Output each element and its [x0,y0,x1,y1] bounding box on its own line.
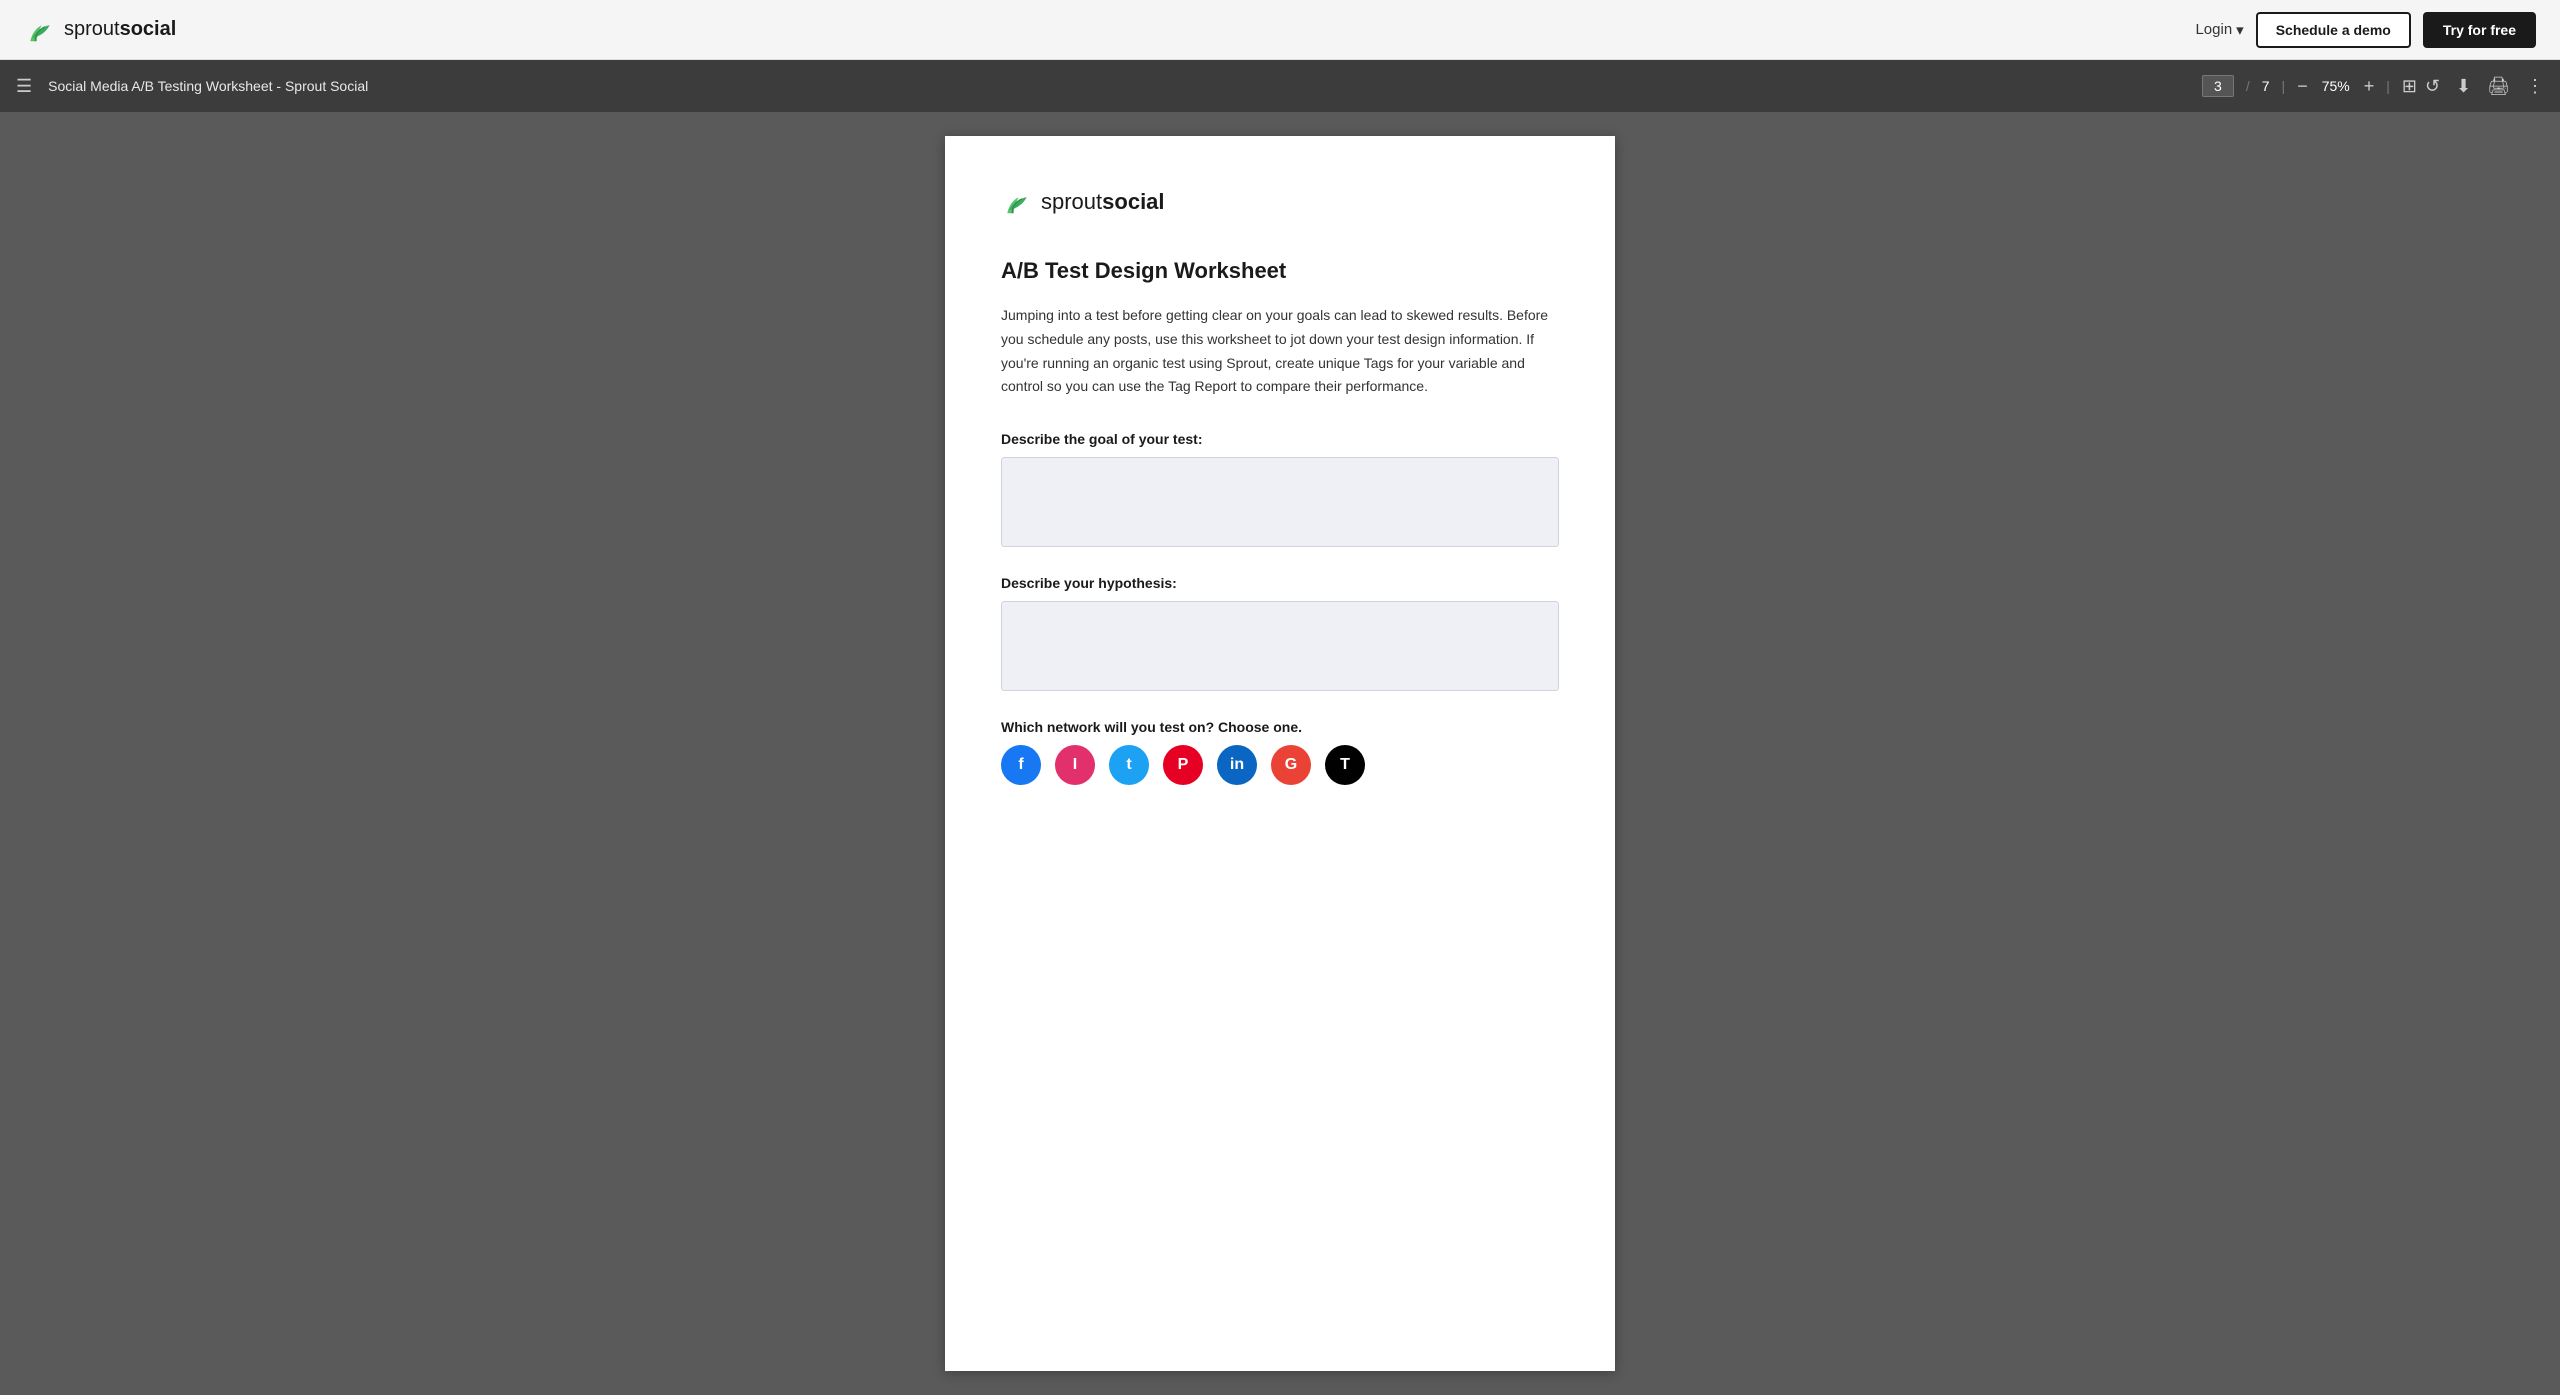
network-pinterest[interactable]: P [1163,745,1203,785]
hypothesis-label: Describe your hypothesis: [1001,575,1559,591]
pdf-page-input[interactable] [2202,75,2234,97]
network-linkedin[interactable]: in [1217,745,1257,785]
toolbar-divider-1: | [2282,78,2286,94]
network-google[interactable]: G [1271,745,1311,785]
login-button[interactable]: Login ▾ [2195,21,2243,39]
hypothesis-input-field[interactable] [1001,601,1559,691]
nav-logo-text: sproutsocial [64,18,176,41]
pdf-logo-text: sproutsocial [1041,189,1165,215]
schedule-demo-button[interactable]: Schedule a demo [2256,12,2411,48]
toolbar-divider-2: | [2386,78,2390,94]
fit-page-icon[interactable]: ⊞ [2402,76,2417,97]
nav-right-actions: Login ▾ Schedule a demo Try for free [2195,12,2536,48]
more-options-icon[interactable]: ⋮ [2526,76,2544,97]
pdf-zoom-level: 75% [2316,78,2356,94]
print-icon[interactable]: 🖨 [2487,76,2510,97]
pdf-toolbar: ☰ Social Media A/B Testing Worksheet - S… [0,60,2560,112]
pdf-viewer-area: sproutsocial A/B Test Design Worksheet J… [0,112,2560,1395]
download-icon[interactable]: ⬇ [2456,76,2471,97]
pdf-toolbar-right-actions: ⬇ 🖨 ⋮ [2456,76,2544,97]
hamburger-menu-icon[interactable]: ☰ [16,76,32,97]
rotate-icon[interactable]: ↺ [2425,76,2440,97]
network-twitter[interactable]: t [1109,745,1149,785]
pdf-page-logo: sproutsocial [1001,186,1559,218]
chevron-down-icon: ▾ [2236,21,2244,39]
network-options: f I t P in G T [1001,745,1559,785]
network-tiktok[interactable]: T [1325,745,1365,785]
network-facebook[interactable]: f [1001,745,1041,785]
pdf-sprout-logo-icon [1001,186,1033,218]
pagination-separator: / [2246,78,2250,94]
network-instagram[interactable]: I [1055,745,1095,785]
zoom-in-button[interactable]: + [2364,77,2375,95]
goal-input-field[interactable] [1001,457,1559,547]
sprout-logo-icon [24,14,56,46]
nav-logo: sproutsocial [24,14,176,46]
zoom-out-button[interactable]: − [2297,77,2308,95]
top-navigation: sproutsocial Login ▾ Schedule a demo Try… [0,0,2560,60]
document-heading: A/B Test Design Worksheet [1001,258,1559,284]
pdf-total-pages: 7 [2262,78,2270,94]
pdf-page: sproutsocial A/B Test Design Worksheet J… [945,136,1615,1371]
goal-label: Describe the goal of your test: [1001,431,1559,447]
try-free-button[interactable]: Try for free [2423,12,2536,48]
pdf-pagination-controls: / 7 | − 75% + | ⊞ ↺ [2202,75,2440,97]
pdf-document-title: Social Media A/B Testing Worksheet - Spr… [48,78,2186,94]
network-selection-label: Which network will you test on? Choose o… [1001,719,1559,735]
document-body-text: Jumping into a test before getting clear… [1001,304,1559,399]
